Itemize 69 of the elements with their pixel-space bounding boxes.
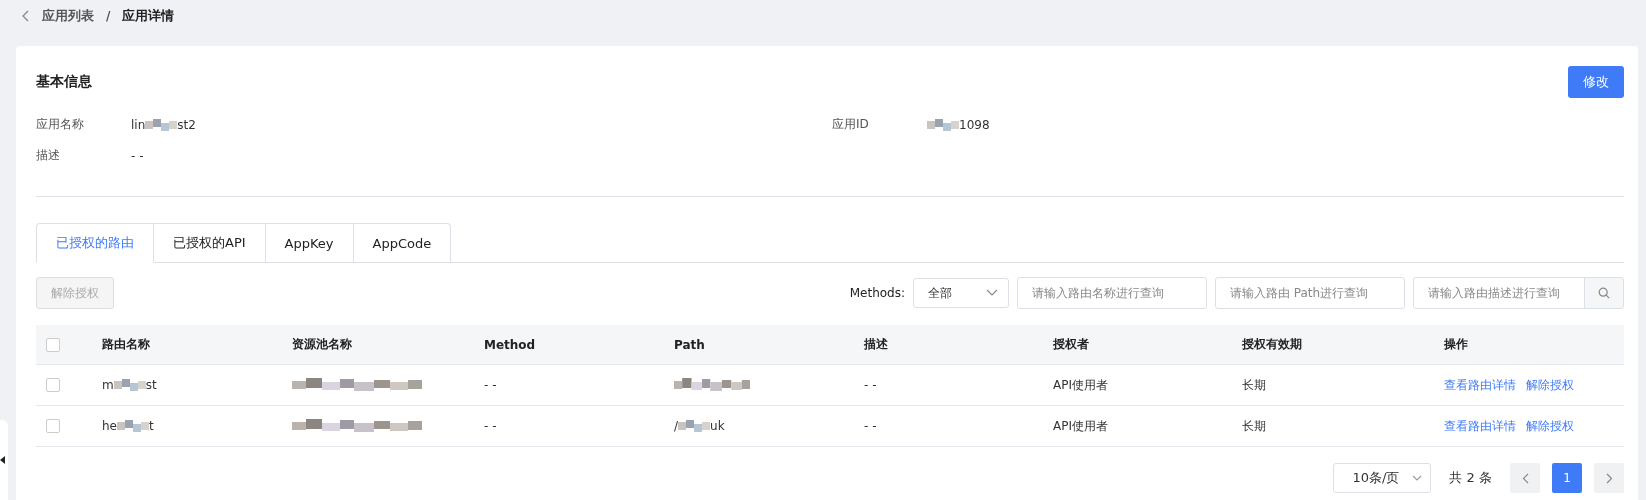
blurred-text-drawing xyxy=(113,379,146,391)
cell-text: uk xyxy=(710,419,725,433)
checkbox[interactable] xyxy=(46,378,60,392)
blurred-text-drawing xyxy=(927,118,959,131)
cell-text: st2 xyxy=(177,117,196,132)
page-button[interactable]: 1 xyxy=(1552,463,1582,493)
search-field[interactable]: 请输入路由 Path进行查询 xyxy=(1215,277,1405,309)
methods-label: Methods: xyxy=(849,286,905,300)
tab[interactable]: AppCode xyxy=(353,223,452,263)
breadcrumb-separator: / xyxy=(106,9,111,23)
field-label: 应用名称 xyxy=(36,116,85,133)
chevron-right-icon xyxy=(1605,472,1613,484)
column-header: 资源池名称 xyxy=(292,336,352,353)
caret-left-icon xyxy=(0,456,5,464)
section-title: 基本信息 xyxy=(36,73,92,91)
cell-text: API使用者 xyxy=(1053,376,1108,394)
cell-text: st xyxy=(145,378,157,392)
search-field[interactable]: 请输入路由描述进行查询 xyxy=(1413,277,1585,309)
column-header: 描述 xyxy=(864,336,888,353)
edit-button[interactable]: 修改 xyxy=(1568,66,1624,98)
total-count: 共 2 条 xyxy=(1449,469,1492,487)
next-page-button[interactable] xyxy=(1594,463,1624,493)
checkbox[interactable] xyxy=(46,419,60,433)
breadcrumb-item: 应用详情 xyxy=(122,7,175,25)
column-header: 路由名称 xyxy=(102,336,150,353)
field-label: 应用ID xyxy=(832,116,870,133)
cell-text: m xyxy=(102,378,114,392)
chevron-left-icon xyxy=(1521,472,1529,484)
search-button[interactable] xyxy=(1584,277,1624,309)
cell-text: - - xyxy=(484,419,497,433)
cell-text: API使用者 xyxy=(1053,417,1108,435)
blurred-text-drawing xyxy=(117,420,149,432)
cell-text: - - xyxy=(864,378,877,392)
cell-text: / xyxy=(674,419,679,433)
cell-text: - - xyxy=(131,148,144,163)
tab[interactable]: 已授权的路由 xyxy=(36,223,154,263)
column-header: 操作 xyxy=(1444,336,1468,353)
cell-text: 长期 xyxy=(1242,376,1266,394)
column-header: Method xyxy=(484,337,536,352)
action-link[interactable]: 解除授权 xyxy=(1526,376,1574,394)
column-header: Path xyxy=(674,337,705,352)
column-header: 授权者 xyxy=(1053,336,1089,353)
checkbox[interactable] xyxy=(46,337,60,352)
blurred-text-drawing xyxy=(145,118,178,131)
cell-text: 1098 xyxy=(959,117,990,132)
search-icon xyxy=(1598,287,1610,299)
action-link[interactable]: 查看路由详情 xyxy=(1444,417,1516,435)
action-link[interactable]: 解除授权 xyxy=(1526,417,1574,435)
cell-text: he xyxy=(102,419,117,433)
action-link[interactable]: 查看路由详情 xyxy=(1444,376,1516,394)
chevron-down-icon xyxy=(1412,475,1423,481)
tab[interactable]: AppKey xyxy=(265,223,354,263)
column-header: 授权有效期 xyxy=(1242,336,1302,353)
field-label: 描述 xyxy=(36,147,61,164)
search-field[interactable]: 请输入路由名称进行查询 xyxy=(1017,277,1207,309)
cell-text: lin xyxy=(131,117,146,132)
chevron-down-icon xyxy=(986,289,998,297)
cell-text: - - xyxy=(864,419,877,433)
cell-text: 长期 xyxy=(1242,417,1266,435)
back-icon[interactable] xyxy=(22,10,30,22)
page-size-select[interactable]: 10条/页 xyxy=(1333,463,1432,493)
blurred-text-drawing xyxy=(678,420,711,432)
cell-text: - - xyxy=(484,378,497,392)
methods-select[interactable]: 全部 xyxy=(913,278,1009,308)
tab[interactable]: 已授权的API xyxy=(154,223,266,263)
previous-page-button[interactable] xyxy=(1510,463,1540,493)
sidebar-toggle[interactable] xyxy=(0,420,8,500)
breadcrumb-item[interactable]: 应用列表 xyxy=(42,7,94,25)
cell-text: t xyxy=(149,419,154,433)
